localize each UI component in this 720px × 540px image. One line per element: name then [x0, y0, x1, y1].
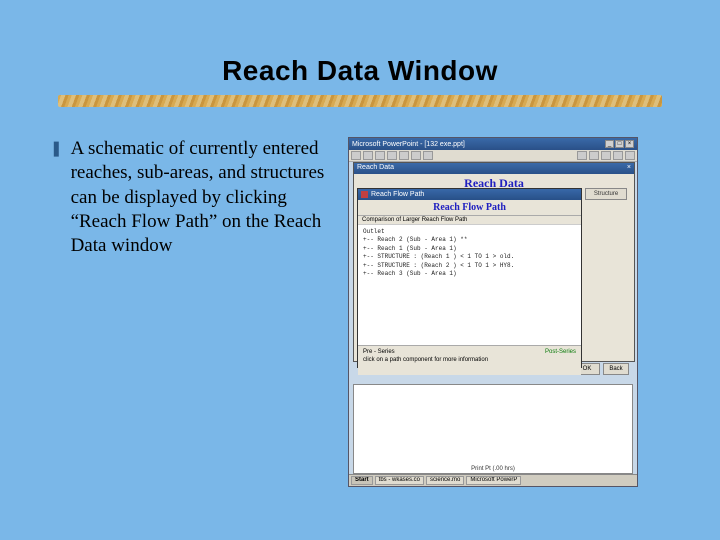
structure-button[interactable]: Structure [585, 188, 627, 200]
flow-path-footer: Pre - Series Post-Series click on a path… [358, 345, 581, 375]
footer-left-label: Pre - Series [363, 349, 395, 355]
back-button[interactable]: Back [603, 363, 629, 375]
reach-flow-path-window: Reach Flow Path Reach Flow Path Comparis… [357, 188, 582, 368]
app-titlebar: Microsoft PowerPoint - [132 exe.ppt] _ □… [349, 138, 637, 150]
toolbar-icon[interactable] [411, 151, 421, 160]
taskbar: Start tbs - wkases.co science.mo Microso… [349, 474, 637, 486]
app-toolbar [349, 150, 637, 162]
app-icon [361, 191, 368, 198]
bottom-panel [353, 384, 633, 474]
toolbar-icon[interactable] [375, 151, 385, 160]
tree-line[interactable]: +-- Reach 1 (Sub - Area 1) [363, 245, 576, 253]
bullet-icon: ❚ [50, 140, 63, 158]
flow-path-tree[interactable]: Outlet +-- Reach 2 (Sub - Area 1) ** +--… [358, 225, 581, 345]
toolbar-icon[interactable] [363, 151, 373, 160]
tree-line[interactable]: +-- Reach 3 (Sub - Area 1) [363, 270, 576, 278]
toolbar-icon[interactable] [399, 151, 409, 160]
toolbar-icon[interactable] [577, 151, 587, 160]
app-title-text: Microsoft PowerPoint - [132 exe.ppt] [352, 141, 465, 148]
toolbar-icon[interactable] [625, 151, 635, 160]
close-icon[interactable]: × [627, 164, 631, 173]
tree-line[interactable]: Outlet [363, 228, 576, 236]
bullet-item: ❚ A schematic of currently entered reach… [50, 137, 330, 259]
text-column: ❚ A schematic of currently entered reach… [50, 137, 330, 259]
reach-data-titlebar: Reach Data × [354, 163, 634, 174]
slide-title: Reach Data Window [50, 55, 670, 87]
toolbar-icon[interactable] [613, 151, 623, 160]
body-text: A schematic of currently entered reaches… [71, 137, 330, 259]
toolbar-icon[interactable] [423, 151, 433, 160]
window-controls: _ □ × [605, 140, 634, 148]
dialog-buttons: OK Back [574, 363, 629, 375]
taskbar-item[interactable]: Microsoft PowerP [466, 476, 521, 485]
footer-hint: click on a path component for more infor… [363, 357, 576, 363]
title-underline [58, 95, 662, 107]
taskbar-item[interactable]: science.mo [426, 476, 464, 485]
start-button[interactable]: Start [351, 476, 373, 485]
close-icon[interactable]: × [625, 140, 634, 148]
tree-line[interactable]: +-- STRUCTURE : (Reach 2 ) < 1 TO 1 > HY… [363, 262, 576, 270]
maximize-icon[interactable]: □ [615, 140, 624, 148]
toolbar-icon[interactable] [387, 151, 397, 160]
side-panel: Structure [585, 188, 633, 203]
tree-line[interactable]: +-- STRUCTURE : (Reach 1 ) < 1 TO 1 > ol… [363, 253, 576, 261]
taskbar-item[interactable]: tbs - wkases.co [375, 476, 424, 485]
flow-path-titlebar: Reach Flow Path [358, 189, 581, 200]
flow-path-subheader: Comparison of Larger Reach Flow Path [358, 216, 581, 225]
toolbar-icon[interactable] [601, 151, 611, 160]
flow-path-title-text: Reach Flow Path [371, 191, 424, 198]
toolbar-icon[interactable] [351, 151, 361, 160]
footer-right-label: Post-Series [545, 349, 576, 355]
screenshot-column: Microsoft PowerPoint - [132 exe.ppt] _ □… [348, 137, 670, 487]
flow-path-header: Reach Flow Path [358, 200, 581, 216]
print-label: Print Pt (.00 hrs) [471, 466, 515, 472]
tree-line[interactable]: +-- Reach 2 (Sub - Area 1) ** [363, 236, 576, 244]
minimize-icon[interactable]: _ [605, 140, 614, 148]
toolbar-icon[interactable] [589, 151, 599, 160]
slide: Reach Data Window ❚ A schematic of curre… [0, 0, 720, 540]
content-row: ❚ A schematic of currently entered reach… [50, 137, 670, 487]
reach-data-title-text: Reach Data [357, 164, 394, 173]
embedded-screenshot: Microsoft PowerPoint - [132 exe.ppt] _ □… [348, 137, 638, 487]
